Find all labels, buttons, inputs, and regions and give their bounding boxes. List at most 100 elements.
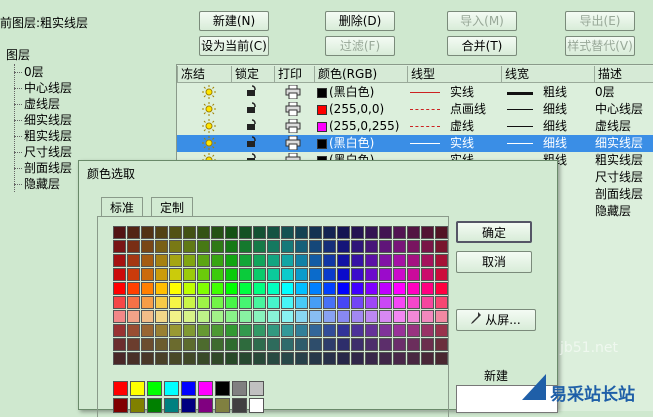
import-button[interactable]: 导入(M) (447, 11, 517, 31)
export-button[interactable]: 导出(E) (565, 11, 635, 31)
palette-swatch[interactable] (309, 310, 322, 323)
palette-swatch[interactable] (155, 254, 168, 267)
printer-icon[interactable] (285, 101, 301, 119)
palette-swatch[interactable] (127, 240, 140, 253)
lock-icon[interactable] (246, 136, 258, 153)
palette-swatch[interactable] (323, 352, 336, 365)
palette-swatch[interactable] (225, 310, 238, 323)
palette-swatch[interactable] (253, 282, 266, 295)
palette-swatch[interactable] (169, 324, 182, 337)
lineweight-cell[interactable]: 细线 (543, 118, 567, 135)
palette-swatch[interactable] (407, 254, 420, 267)
palette-swatch[interactable] (309, 324, 322, 337)
palette-swatch[interactable] (435, 282, 448, 295)
palette-swatch[interactable] (183, 338, 196, 351)
palette-swatch[interactable] (127, 338, 140, 351)
column-header[interactable]: 线宽 (502, 66, 595, 83)
palette-swatch[interactable] (295, 282, 308, 295)
palette-swatch[interactable] (379, 268, 392, 281)
palette-swatch[interactable] (169, 296, 182, 309)
palette-swatch[interactable] (211, 338, 224, 351)
basic-color-swatch[interactable] (147, 381, 162, 396)
palette-swatch[interactable] (211, 282, 224, 295)
lock-icon[interactable] (246, 119, 258, 136)
palette-swatch[interactable] (127, 282, 140, 295)
basic-color-swatch[interactable] (130, 381, 145, 396)
palette-swatch[interactable] (379, 352, 392, 365)
palette-swatch[interactable] (393, 226, 406, 239)
palette-swatch[interactable] (421, 268, 434, 281)
style-replace-button[interactable]: 样式替代(V) (565, 36, 635, 56)
basic-color-swatch[interactable] (198, 381, 213, 396)
column-header[interactable]: 线型 (408, 66, 502, 83)
palette-swatch[interactable] (323, 296, 336, 309)
palette-swatch[interactable] (267, 338, 280, 351)
basic-color-swatch[interactable] (249, 381, 264, 396)
palette-swatch[interactable] (295, 338, 308, 351)
palette-swatch[interactable] (351, 310, 364, 323)
palette-swatch[interactable] (183, 240, 196, 253)
palette-swatch[interactable] (155, 226, 168, 239)
basic-color-swatch[interactable] (198, 398, 213, 413)
palette-swatch[interactable] (281, 282, 294, 295)
palette-swatch[interactable] (239, 338, 252, 351)
color-cell[interactable]: (黑白色) (317, 135, 374, 152)
palette-swatch[interactable] (421, 296, 434, 309)
palette-swatch[interactable] (155, 282, 168, 295)
palette-swatch[interactable] (183, 324, 196, 337)
tree-item[interactable]: 隐藏层 (24, 176, 60, 192)
lineweight-cell[interactable]: 粗线 (543, 84, 567, 101)
palette-swatch[interactable] (127, 310, 140, 323)
tree-item[interactable]: 剖面线层 (24, 160, 72, 176)
palette-swatch[interactable] (393, 324, 406, 337)
palette-swatch[interactable] (127, 254, 140, 267)
palette-swatch[interactable] (435, 254, 448, 267)
palette-swatch[interactable] (183, 268, 196, 281)
palette-swatch[interactable] (267, 268, 280, 281)
palette-swatch[interactable] (127, 296, 140, 309)
palette-swatch[interactable] (337, 268, 350, 281)
basic-color-swatch[interactable] (232, 398, 247, 413)
palette-swatch[interactable] (197, 254, 210, 267)
palette-swatch[interactable] (141, 296, 154, 309)
palette-swatch[interactable] (421, 254, 434, 267)
description-cell[interactable]: 细实线层 (595, 135, 643, 152)
palette-swatch[interactable] (309, 240, 322, 253)
palette-swatch[interactable] (295, 240, 308, 253)
palette-swatch[interactable] (365, 352, 378, 365)
palette-swatch[interactable] (225, 296, 238, 309)
palette-swatch[interactable] (421, 282, 434, 295)
palette-swatch[interactable] (407, 310, 420, 323)
palette-swatch[interactable] (379, 240, 392, 253)
palette-swatch[interactable] (267, 240, 280, 253)
palette-swatch[interactable] (407, 338, 420, 351)
palette-swatch[interactable] (435, 226, 448, 239)
layer-row[interactable]: (黑白色) 实线 细线 细实线层 (177, 135, 653, 152)
basic-color-swatch[interactable] (249, 398, 264, 413)
lock-icon[interactable] (246, 102, 258, 119)
palette-swatch[interactable] (155, 352, 168, 365)
palette-swatch[interactable] (267, 296, 280, 309)
cancel-button[interactable]: 取消 (456, 251, 532, 273)
palette-swatch[interactable] (337, 296, 350, 309)
palette-swatch[interactable] (211, 324, 224, 337)
palette-swatch[interactable] (211, 240, 224, 253)
palette-swatch[interactable] (407, 268, 420, 281)
palette-swatch[interactable] (365, 324, 378, 337)
column-header[interactable]: 冻结 (178, 66, 232, 83)
palette-swatch[interactable] (239, 310, 252, 323)
description-cell[interactable]: 0层 (595, 84, 615, 101)
palette-swatch[interactable] (435, 240, 448, 253)
tree-item[interactable]: 0层 (24, 64, 44, 80)
pick-from-screen-button[interactable]: 从屏... (456, 309, 536, 331)
palette-swatch[interactable] (141, 240, 154, 253)
tree-root[interactable]: 图层 (6, 46, 30, 63)
palette-swatch[interactable] (323, 268, 336, 281)
filter-button[interactable]: 过滤(F) (325, 36, 395, 56)
palette-swatch[interactable] (141, 324, 154, 337)
palette-swatch[interactable] (197, 310, 210, 323)
layer-row[interactable]: (255,0,255) 虚线 细线 虚线层 (177, 118, 653, 135)
palette-swatch[interactable] (141, 268, 154, 281)
tree-item[interactable]: 尺寸线层 (24, 144, 72, 160)
palette-swatch[interactable] (337, 352, 350, 365)
